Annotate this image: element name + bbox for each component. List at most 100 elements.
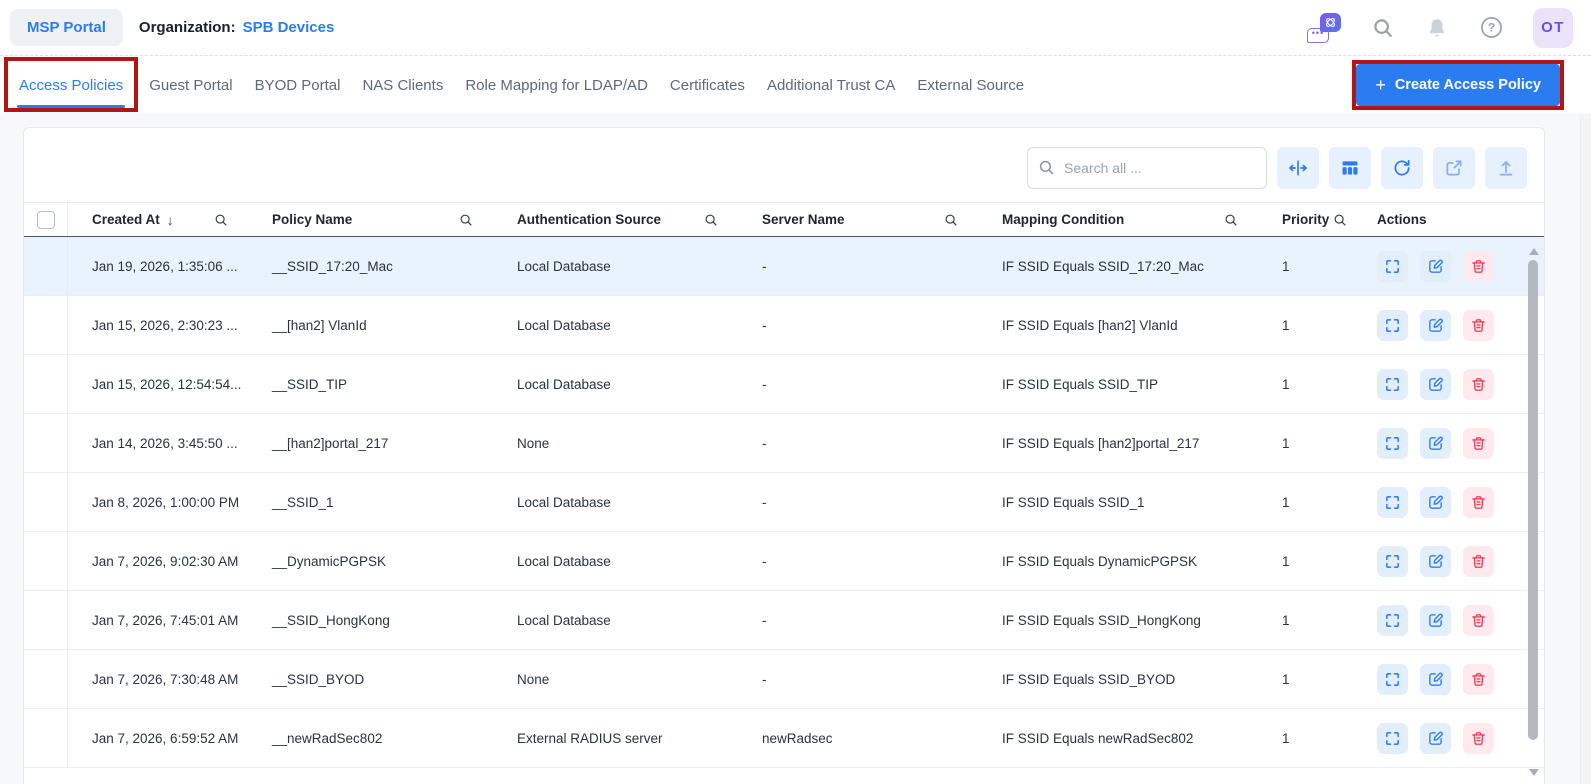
column-label: Actions [1377,212,1427,227]
tab-role-mapping-for-ldap-ad[interactable]: Role Mapping for LDAP/AD [454,61,659,108]
table-scrollbar[interactable] [1527,246,1539,778]
table-row[interactable]: Jan 7, 2026, 9:02:30 AM __DynamicPGPSK Loc… [24,532,1544,591]
delete-button[interactable] [1463,722,1494,754]
column-search-icon[interactable] [704,213,718,227]
edit-button[interactable] [1420,309,1451,341]
sort-desc-icon[interactable]: ↓ [167,212,174,228]
search-icon[interactable] [1371,16,1395,40]
edit-icon [1427,612,1444,629]
cell-mapping-condition: IF SSID Equals SSID_17:20_Mac [1002,258,1204,274]
delete-button[interactable] [1463,486,1494,518]
trash-icon [1470,258,1487,275]
row-checkbox-cell[interactable] [24,473,68,531]
column-header-mapping-condition: Mapping Condition [978,212,1258,227]
tab-certificates[interactable]: Certificates [659,61,756,108]
row-checkbox-cell[interactable] [24,414,68,472]
create-access-policy-button[interactable]: + Create Access Policy [1356,63,1560,106]
delete-button[interactable] [1463,545,1494,577]
edit-button[interactable] [1420,368,1451,400]
cell-policy-name: __[han2]portal_217 [272,435,389,451]
row-checkbox-cell[interactable] [24,532,68,590]
tab-external-source[interactable]: External Source [906,61,1035,108]
refresh-button[interactable] [1381,147,1423,189]
row-checkbox-cell[interactable] [24,591,68,649]
cell-mapping-condition: IF SSID Equals SSID_1 [1002,494,1145,510]
column-search-icon[interactable] [1224,213,1238,227]
ai-sparkle-icon [1320,12,1341,32]
row-checkbox-cell[interactable] [24,709,68,767]
column-label: Server Name [762,212,845,227]
tabs-fade-overlay [1282,57,1353,112]
msp-portal-button[interactable]: MSP Portal [10,9,123,46]
table-row[interactable]: Jan 15, 2026, 2:30:23 ... __[han2] VlanId… [24,296,1544,355]
edit-button[interactable] [1420,604,1451,636]
delete-button[interactable] [1463,427,1494,459]
tab-byod-portal[interactable]: BYOD Portal [244,61,352,108]
expand-button[interactable] [1377,604,1408,636]
delete-button[interactable] [1463,250,1494,282]
table-row[interactable]: Jan 7, 2026, 7:30:48 AM __SSID_BYOD None - I… [24,650,1544,709]
cell-created-at: Jan 7, 2026, 7:45:01 AM [92,612,239,628]
delete-button[interactable] [1463,663,1494,695]
notifications-bell-icon[interactable] [1425,16,1449,40]
delete-button[interactable] [1463,309,1494,341]
column-settings-button[interactable] [1329,147,1371,189]
delete-button[interactable] [1463,604,1494,636]
user-avatar[interactable]: OT [1533,7,1573,48]
expand-button[interactable] [1377,427,1408,459]
cell-actions [1353,663,1544,695]
table-row[interactable]: Jan 7, 2026, 7:45:01 AM __SSID_HongKong Lo… [24,591,1544,650]
open-in-new-button[interactable] [1433,147,1475,189]
cell-mapping-condition: IF SSID Equals newRadSec802 [1002,730,1194,746]
edit-button[interactable] [1420,545,1451,577]
tab-access-policies[interactable]: Access Policies [8,61,134,108]
edit-button[interactable] [1420,427,1451,459]
table-row[interactable]: Jan 8, 2026, 1:00:00 PM __SSID_1 Local Dat… [24,473,1544,532]
edit-button[interactable] [1420,722,1451,754]
expand-button[interactable] [1377,545,1408,577]
edit-button[interactable] [1420,486,1451,518]
scroll-up-icon[interactable] [1529,248,1539,255]
column-search-icon[interactable] [459,213,473,227]
expand-button[interactable] [1377,663,1408,695]
column-search-icon[interactable] [1333,213,1347,227]
trash-icon [1470,435,1487,452]
expand-button[interactable] [1377,250,1408,282]
cell-mapping-condition: IF SSID Equals DynamicPGPSK [1002,553,1198,569]
row-checkbox-cell[interactable] [24,237,68,295]
table-row[interactable]: Jan 14, 2026, 3:45:50 ... __[han2]portal_… [24,414,1544,473]
annotation-box-active-tab: Access Policies [4,57,139,112]
delete-button[interactable] [1463,368,1494,400]
cell-mapping-condition: IF SSID Equals SSID_BYOD [1002,671,1176,687]
select-all-checkbox[interactable] [36,210,55,229]
tab-guest-portal[interactable]: Guest Portal [138,61,243,108]
tab-additional-trust-ca[interactable]: Additional Trust CA [756,61,906,108]
expand-button[interactable] [1377,722,1408,754]
organization-name-link[interactable]: SPB Devices [243,19,335,36]
expand-button[interactable] [1377,486,1408,518]
tab-nas-clients[interactable]: NAS Clients [351,61,454,108]
row-checkbox-cell[interactable] [24,296,68,354]
table-row[interactable]: Jan 19, 2026, 1:35:06 ... __SSID_17:20_Ma… [24,237,1544,296]
row-checkbox-cell[interactable] [24,355,68,413]
row-checkbox-cell[interactable] [24,650,68,708]
trash-icon [1470,376,1487,393]
export-button[interactable] [1485,147,1527,189]
scrollbar-thumb[interactable] [1528,260,1538,740]
expand-button[interactable] [1377,309,1408,341]
cell-mapping-condition: IF SSID Equals [han2] VlanId [1002,317,1178,333]
table-row[interactable]: Jan 7, 2026, 6:59:52 AM __newRadSec802 Ext… [24,709,1544,768]
fit-columns-button[interactable] [1277,147,1319,189]
table-row[interactable]: Jan 15, 2026, 12:54:54... __SSID_TIP Local… [24,355,1544,414]
edit-button[interactable] [1420,250,1451,282]
expand-button[interactable] [1377,368,1408,400]
scroll-down-icon[interactable] [1529,769,1539,776]
column-search-icon[interactable] [214,213,228,227]
search-input[interactable] [1027,147,1267,189]
column-search-icon[interactable] [944,213,958,227]
ai-assistant-icon[interactable]: ••• [1307,12,1341,43]
edit-button[interactable] [1420,663,1451,695]
help-icon[interactable]: ? [1479,16,1503,40]
page-scrollbar[interactable] [1580,114,1591,784]
tab-bar: Access Policies Guest Portal BYOD Portal NA… [0,56,1591,113]
